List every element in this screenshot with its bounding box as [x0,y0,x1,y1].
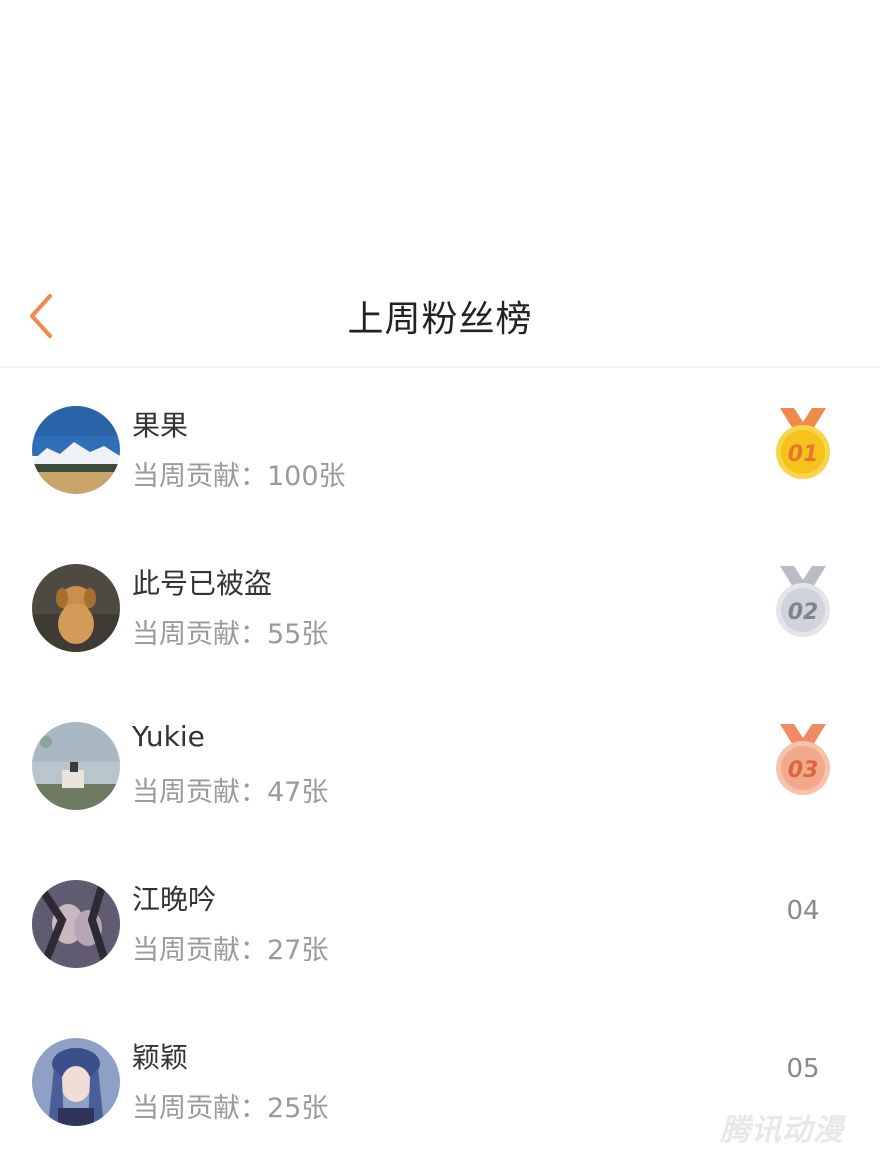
silver-medal-icon: 02 [776,566,830,637]
fan-name: 此号已被盗 [132,567,273,600]
list-item[interactable]: 此号已被盗 当周贡献：55张 02 [0,526,880,684]
avatar[interactable] [32,564,120,652]
avatar[interactable] [32,722,120,810]
top-bar: 上周粉丝榜 [0,268,880,368]
bronze-medal-icon: 03 [776,724,830,795]
fan-contribution: 当周贡献：55张 [132,619,329,650]
list-item[interactable]: 江晚吟 当周贡献：27张 04 [0,842,880,1000]
fan-name: 江晚吟 [132,883,217,916]
avatar[interactable] [32,1038,120,1126]
avatar[interactable] [32,880,120,968]
fan-contribution: 当周贡献：27张 [132,935,329,966]
rank-label: 01 [788,442,819,467]
fan-name: 颖颖 [132,1041,189,1074]
fan-contribution: 当周贡献：100张 [132,461,346,492]
status-bar-area [0,0,880,268]
rank-label: 02 [788,600,819,625]
avatar[interactable] [32,406,120,494]
rank-number: 04 [786,896,820,926]
fan-ranking-list: 果果 当周贡献：100张 01 此号已被盗 当周贡献：55张 02 Yukie … [0,368,880,1158]
page-title: 上周粉丝榜 [347,299,533,340]
rank-number: 05 [786,1054,820,1084]
fan-name: Yukie [132,720,205,753]
rank-label: 03 [788,758,819,783]
list-item[interactable]: Yukie 当周贡献：47张 03 [0,684,880,842]
gold-medal-icon: 01 [776,408,830,479]
list-item[interactable]: 果果 当周贡献：100张 01 [0,368,880,526]
watermark-logo: 腾讯动漫 [720,1113,844,1148]
fan-name: 果果 [132,409,189,442]
fan-contribution: 当周贡献：25张 [132,1093,329,1124]
fan-contribution: 当周贡献：47张 [132,777,329,808]
